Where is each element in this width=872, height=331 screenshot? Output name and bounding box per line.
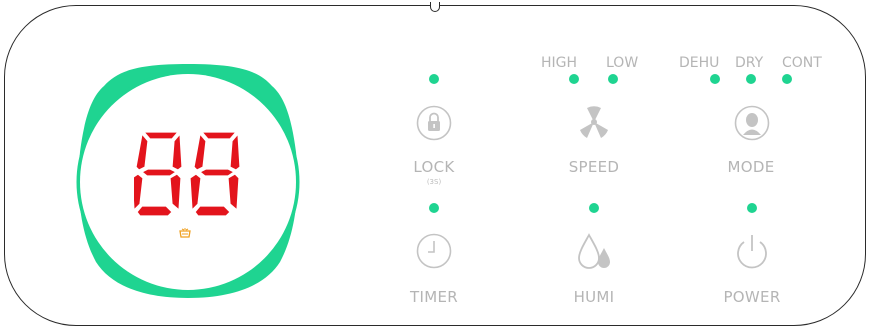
speed-button[interactable]: SPEED [560, 100, 628, 180]
humi-led [589, 203, 599, 213]
droplets-icon [578, 233, 610, 269]
lock-sub-label: (3S) [426, 178, 442, 186]
indicator-label-cont: CONT [782, 55, 822, 71]
lock-icon [416, 105, 452, 141]
mode-label: MODE [727, 158, 775, 176]
timer-led [429, 203, 439, 213]
power-icon [737, 235, 767, 269]
lock-label: LOCK [413, 158, 455, 176]
humi-label: HUMI [573, 288, 615, 306]
power-label: POWER [723, 288, 781, 306]
indicator-label-high: HIGH [541, 55, 578, 71]
clock-icon [416, 233, 452, 269]
cont-led [782, 74, 792, 84]
indicator-label-dry: DRY [735, 55, 764, 71]
power-button[interactable]: POWER [716, 228, 788, 308]
indicator-label-low: LOW [606, 55, 639, 71]
seven-segment-display [134, 131, 241, 216]
speed-label: SPEED [568, 158, 620, 176]
fan-icon [580, 106, 608, 138]
lock-led [429, 74, 439, 84]
mode-button[interactable]: MODE [717, 100, 785, 180]
person-icon [734, 105, 770, 141]
timer-button[interactable]: TIMER [402, 228, 466, 308]
high-led [569, 74, 579, 84]
panel-notch [430, 2, 440, 12]
water-tank-icon [179, 228, 191, 238]
timer-label: TIMER [410, 288, 458, 306]
low-led [608, 74, 618, 84]
indicator-label-dehu: DEHU [679, 55, 720, 71]
power-led [747, 203, 757, 213]
lock-button[interactable]: LOCK (3S) [406, 100, 462, 190]
humi-button[interactable]: HUMI [562, 228, 626, 308]
dry-led [746, 74, 756, 84]
dehu-led [710, 74, 720, 84]
